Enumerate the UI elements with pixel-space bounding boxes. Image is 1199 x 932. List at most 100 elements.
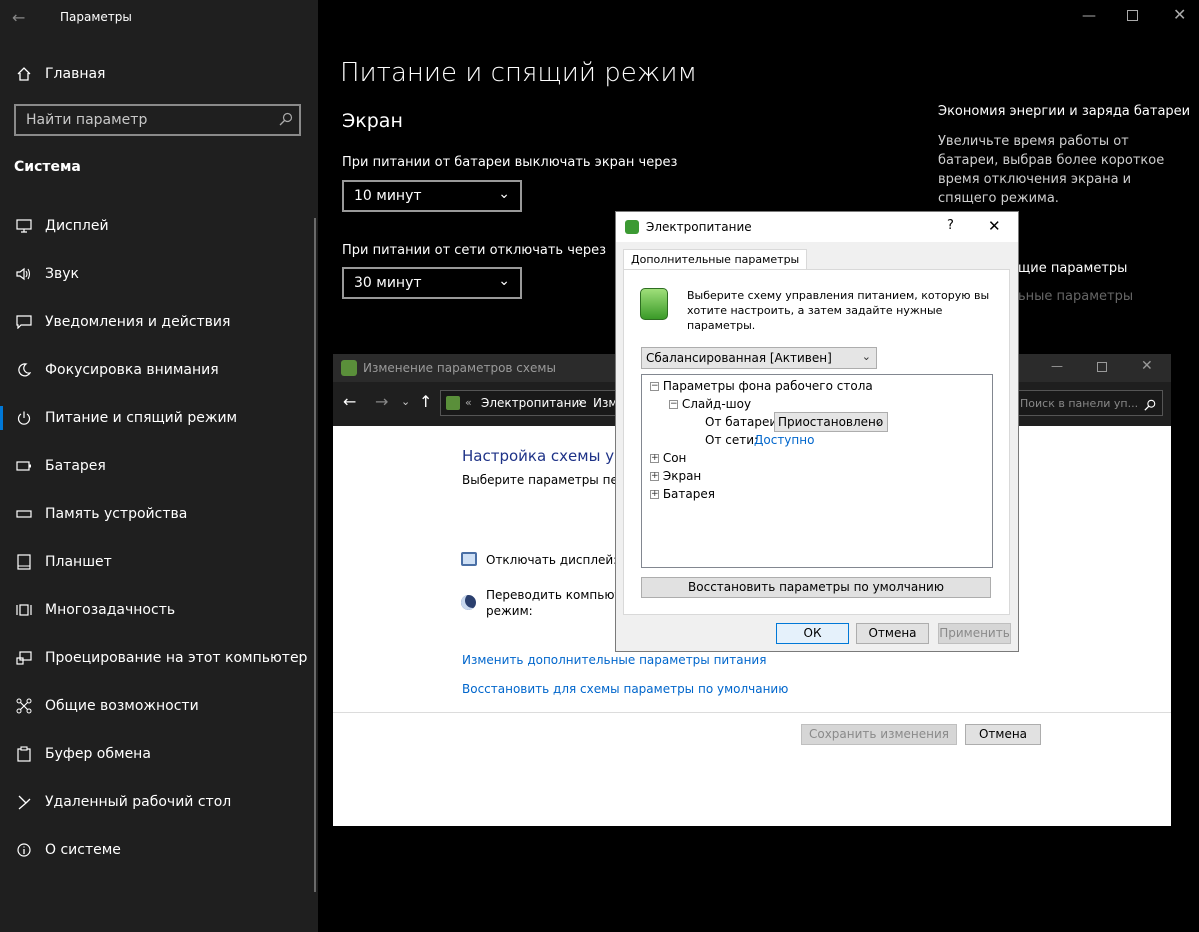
side-text: Увеличьте время работы от батареи, выбра… — [938, 134, 1165, 206]
tree-node-screen[interactable]: + Экран — [650, 469, 701, 483]
related-link[interactable]: ьные параметры — [1018, 289, 1133, 304]
minimize-button[interactable]: — — [1082, 8, 1096, 24]
cp-title: Изменение параметров схемы — [363, 361, 556, 375]
back-button[interactable]: ← — [12, 8, 25, 27]
close-button[interactable]: ✕ — [1173, 5, 1186, 24]
dialog-cancel-button[interactable]: Отмена — [856, 623, 929, 644]
cp-heading: Настройка схемы упр — [462, 447, 634, 465]
sidebar-scrollbar[interactable] — [314, 218, 316, 892]
cp-search-box[interactable]: Поиск в панели уп... — [1013, 390, 1163, 416]
sidebar-item-clipboard[interactable]: Буфер обмена — [0, 734, 318, 774]
sidebar-item-label: Звук — [45, 266, 79, 282]
maximize-button[interactable] — [1127, 10, 1138, 21]
ac-screen-dropdown[interactable]: 30 минут ⌄ — [342, 267, 522, 299]
home-label: Главная — [45, 66, 106, 82]
address-bar[interactable]: « Электропитание › Изм — [440, 390, 620, 416]
sidebar-item-label: Уведомления и действия — [45, 314, 231, 330]
tree-node-slideshow[interactable]: − Слайд-шоу — [669, 397, 751, 411]
tree-node-desktop-bg[interactable]: − Параметры фона рабочего стола — [650, 379, 873, 393]
cp-close-button[interactable]: ✕ — [1141, 358, 1153, 374]
history-chevron-icon[interactable]: ⌄ — [401, 395, 410, 408]
cp-minimize-button[interactable]: — — [1051, 359, 1063, 373]
ac-screen-label: При питании от сети отключать через — [342, 243, 607, 258]
collapse-icon[interactable]: − — [669, 400, 678, 409]
expand-icon[interactable]: + — [650, 472, 659, 481]
back-arrow-icon[interactable]: ← — [343, 392, 356, 411]
search-icon[interactable] — [1144, 396, 1156, 415]
sidebar-item-multitask[interactable]: Многозадачность — [0, 590, 318, 630]
multitask-icon — [14, 600, 34, 620]
cp-maximize-button[interactable] — [1097, 362, 1107, 372]
sleep-label-line1: Переводить компьютер — [486, 588, 637, 602]
breadcrumb-power[interactable]: Электропитание — [481, 396, 587, 410]
cp-window-icon — [341, 360, 357, 376]
scheme-select[interactable]: Сбалансированная [Активен] ⌄ — [641, 347, 877, 369]
tree-node-sleep[interactable]: + Сон — [650, 451, 686, 465]
section-title: Экран — [342, 110, 403, 132]
battery-plug-icon — [625, 220, 639, 234]
battery-screen-value: 10 минут — [354, 188, 422, 204]
sidebar-item-home[interactable]: Главная — [0, 54, 318, 94]
tree-node-label: Экран — [662, 469, 702, 483]
chevron-down-icon: ⌄ — [861, 350, 871, 363]
sidebar-item-display[interactable]: Дисплей — [0, 206, 318, 246]
forward-arrow-icon[interactable]: → — [375, 392, 388, 411]
search-box[interactable]: Найти параметр — [14, 104, 301, 136]
ac-screen-value: 30 минут — [354, 275, 422, 291]
sidebar-item-label: Удаленный рабочий стол — [45, 794, 232, 810]
dialog-titlebar: Электропитание ? ✕ — [616, 212, 1018, 242]
restore-defaults-button[interactable]: Восстановить параметры по умолчанию — [641, 577, 991, 598]
sidebar-item-remote[interactable]: Удаленный рабочий стол — [0, 782, 318, 822]
sidebar-item-moon[interactable]: Фокусировка внимания — [0, 350, 318, 390]
sidebar-item-notifications[interactable]: Уведомления и действия — [0, 302, 318, 342]
sidebar-item-label: Батарея — [45, 458, 106, 474]
save-changes-button[interactable]: Сохранить изменения — [801, 724, 957, 745]
sleep-moon-icon — [461, 595, 476, 610]
ok-button[interactable]: ОК — [776, 623, 849, 644]
battery-screen-dropdown[interactable]: 10 минут ⌄ — [342, 180, 522, 212]
sidebar-item-info[interactable]: О системе — [0, 830, 318, 870]
sidebar-item-sound[interactable]: Звук — [0, 254, 318, 294]
tablet-icon — [14, 552, 34, 572]
chevron-down-icon: ⌄ — [498, 273, 510, 289]
sidebar-item-battery[interactable]: Батарея — [0, 446, 318, 486]
cp-cancel-button[interactable]: Отмена — [965, 724, 1041, 745]
sidebar-item-label: Общие возможности — [45, 698, 199, 714]
battery-setting-label: От батареи: — [705, 415, 782, 429]
storage-icon — [14, 504, 34, 524]
sidebar-item-tablet[interactable]: Планшет — [0, 542, 318, 582]
apply-button[interactable]: Применить — [938, 623, 1011, 644]
expand-icon[interactable]: + — [650, 490, 659, 499]
restore-defaults-link[interactable]: Восстановить для схемы параметры по умол… — [462, 682, 788, 696]
breadcrumb-overflow[interactable]: « — [465, 396, 472, 409]
search-icon[interactable] — [279, 111, 293, 130]
cp-search-input[interactable]: Поиск в панели уп... — [1020, 397, 1138, 410]
sidebar-item-shared[interactable]: Общие возможности — [0, 686, 318, 726]
sidebar-item-label: Планшет — [45, 554, 112, 570]
battery-icon — [14, 456, 34, 476]
power-icon — [14, 408, 34, 428]
sidebar-item-storage[interactable]: Память устройства — [0, 494, 318, 534]
battery-setting-select[interactable]: Приостановлено ⌄ — [774, 412, 888, 432]
display-icon — [14, 216, 34, 236]
selected-indicator — [0, 406, 3, 430]
breadcrumb-edit[interactable]: Изм — [593, 396, 617, 410]
ac-setting-label: От сети: — [705, 433, 759, 447]
advanced-settings-link[interactable]: Изменить дополнительные параметры питани… — [462, 653, 766, 667]
dialog-close-button[interactable]: ✕ — [988, 217, 1001, 235]
sidebar-item-project[interactable]: Проецирование на этот компьютер — [0, 638, 318, 678]
scheme-select-value: Сбалансированная [Активен] — [646, 351, 832, 365]
settings-tree[interactable]: − Параметры фона рабочего стола − Слайд-… — [641, 374, 993, 568]
collapse-icon[interactable]: − — [650, 382, 659, 391]
help-button[interactable]: ? — [947, 218, 954, 233]
home-icon — [14, 64, 34, 84]
tree-node-battery[interactable]: + Батарея — [650, 487, 715, 501]
ac-setting-value[interactable]: Доступно — [754, 433, 814, 447]
tab-advanced[interactable]: Дополнительные параметры — [623, 249, 808, 270]
sidebar-item-power[interactable]: Питание и спящий режим — [0, 398, 318, 438]
expand-icon[interactable]: + — [650, 454, 659, 463]
search-input[interactable]: Найти параметр — [26, 112, 147, 128]
sidebar-item-label: Буфер обмена — [45, 746, 151, 762]
up-arrow-icon[interactable]: ↑ — [419, 392, 432, 411]
sidebar-item-label: О системе — [45, 842, 121, 858]
